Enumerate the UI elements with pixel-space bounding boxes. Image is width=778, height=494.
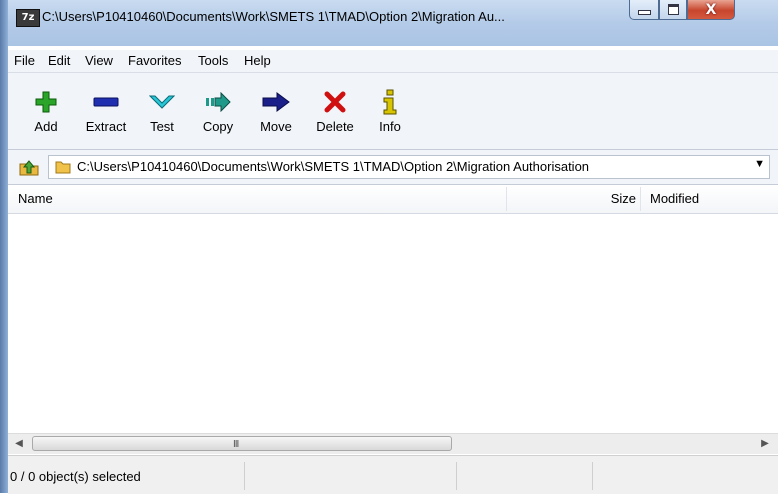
move-icon — [262, 92, 290, 112]
test-label: Test — [150, 119, 174, 134]
app-window: 7z C:\Users\P10410460\Documents\Work\SME… — [0, 0, 778, 494]
minimize-icon — [637, 10, 651, 15]
copy-button[interactable]: Copy — [196, 87, 240, 134]
column-size[interactable]: Size — [506, 191, 636, 206]
menu-tools[interactable]: Tools — [198, 53, 228, 68]
file-list[interactable]: Name Size Modified — [8, 185, 778, 453]
menu-help[interactable]: Help — [244, 53, 271, 68]
copy-label: Copy — [202, 119, 234, 134]
test-button[interactable]: Test — [142, 87, 182, 134]
delete-label: Delete — [316, 119, 354, 134]
column-divider[interactable] — [640, 187, 641, 211]
address-bar: C:\Users\P10410460\Documents\Work\SMETS … — [8, 150, 778, 185]
maximize-button[interactable] — [659, 0, 687, 20]
add-button[interactable]: Add — [26, 87, 66, 134]
status-divider — [456, 462, 457, 490]
address-path[interactable]: C:\Users\P10410460\Documents\Work\SMETS … — [77, 159, 727, 174]
folder-icon — [55, 161, 71, 174]
info-icon — [383, 89, 397, 115]
minimize-button[interactable] — [629, 0, 659, 20]
horizontal-scrollbar[interactable]: ◀ III ▶ — [8, 433, 778, 454]
toolbar: Add Extract Test Copy Move Delete Info — [8, 73, 778, 150]
delete-button[interactable]: Delete — [310, 87, 360, 134]
menu-edit[interactable]: Edit — [48, 53, 70, 68]
add-label: Add — [34, 119, 58, 134]
menu-bar: File Edit View Favorites Tools Help — [8, 50, 778, 73]
status-bar: 0 / 0 object(s) selected — [8, 455, 778, 494]
move-label: Move — [260, 119, 292, 134]
scroll-left-icon[interactable]: ◀ — [12, 436, 26, 452]
scroll-thumb[interactable]: III — [32, 436, 452, 451]
title-bar[interactable]: 7z C:\Users\P10410460\Documents\Work\SME… — [8, 0, 778, 46]
status-divider — [592, 462, 593, 490]
extract-icon — [93, 97, 119, 107]
status-divider — [244, 462, 245, 490]
window-frame — [0, 0, 8, 493]
list-header: Name Size Modified — [8, 185, 778, 214]
copy-icon — [206, 92, 231, 112]
menu-view[interactable]: View — [85, 53, 113, 68]
status-text: 0 / 0 object(s) selected — [10, 469, 141, 484]
extract-button[interactable]: Extract — [78, 87, 134, 134]
menu-favorites[interactable]: Favorites — [128, 53, 181, 68]
address-field[interactable]: C:\Users\P10410460\Documents\Work\SMETS … — [48, 155, 770, 179]
close-icon: X — [705, 1, 717, 18]
scroll-right-icon[interactable]: ▶ — [758, 436, 772, 452]
maximize-icon — [667, 4, 679, 15]
test-icon — [149, 95, 175, 109]
move-button[interactable]: Move — [252, 87, 300, 134]
add-icon — [35, 91, 57, 113]
window-title: C:\Users\P10410460\Documents\Work\SMETS … — [42, 9, 505, 24]
info-label: Info — [379, 119, 401, 134]
chevron-down-icon[interactable]: ▼ — [754, 158, 765, 170]
info-button[interactable]: Info — [372, 87, 408, 134]
menu-file[interactable]: File — [14, 53, 35, 68]
close-button[interactable]: X — [687, 0, 735, 20]
grip-icon: III — [233, 439, 239, 450]
delete-icon — [324, 91, 346, 113]
app-icon[interactable]: 7z — [16, 9, 40, 27]
column-name[interactable]: Name — [18, 191, 53, 206]
extract-label: Extract — [85, 119, 127, 134]
folder-up-icon[interactable] — [18, 158, 40, 176]
column-modified[interactable]: Modified — [650, 191, 699, 206]
